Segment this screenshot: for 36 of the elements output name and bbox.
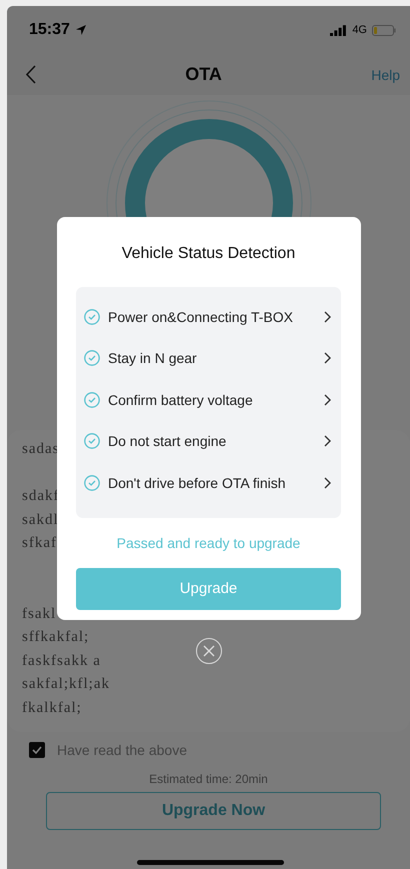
- check-label: Power on&Connecting T-BOX: [108, 308, 294, 325]
- result-message: Passed and ready to upgrade: [116, 534, 300, 550]
- chevron-right-icon[interactable]: [324, 310, 331, 323]
- network-label: 4G: [352, 24, 367, 36]
- page-title: OTA: [185, 64, 222, 85]
- status-time: 15:37: [29, 21, 70, 39]
- dialog-title: Vehicle Status Detection: [122, 245, 296, 263]
- note-line: fsakl: [22, 604, 56, 624]
- check-label: Stay in N gear: [108, 350, 198, 366]
- chevron-right-icon[interactable]: [324, 476, 331, 489]
- upgrade-button[interactable]: Upgrade: [76, 568, 341, 610]
- close-button[interactable]: [196, 638, 222, 664]
- battery-icon: [372, 24, 396, 36]
- signal-icon: [330, 24, 348, 36]
- chevron-right-icon[interactable]: [324, 435, 331, 448]
- note-line: sdakf: [22, 487, 60, 506]
- note-line: sakfal;kfl;ak: [22, 675, 110, 694]
- note-line: sffkakfal;: [22, 628, 90, 647]
- note-line: sadas: [22, 440, 60, 459]
- check-label: Confirm battery voltage: [108, 392, 254, 408]
- chevron-right-icon[interactable]: [324, 352, 331, 364]
- help-link[interactable]: Help: [371, 66, 400, 82]
- close-icon: [202, 644, 214, 656]
- note-line: sfkaf: [22, 534, 57, 553]
- location-arrow-icon: [74, 24, 87, 36]
- check-label: Do not start engine: [108, 433, 228, 450]
- check-label: Don't drive before OTA finish: [108, 474, 286, 491]
- note-line: sakdl: [22, 510, 59, 530]
- agree-checkbox[interactable]: [29, 742, 45, 758]
- check-icon: [32, 746, 42, 754]
- note-line: faskfsakk a: [22, 652, 101, 670]
- upgrade-now-button[interactable]: Upgrade Now: [46, 792, 381, 830]
- back-icon[interactable]: [25, 65, 36, 84]
- note-line: fkalkfal;: [22, 698, 82, 718]
- chevron-right-icon[interactable]: [324, 394, 331, 406]
- estimated-time: Estimated time: 20min: [149, 772, 268, 786]
